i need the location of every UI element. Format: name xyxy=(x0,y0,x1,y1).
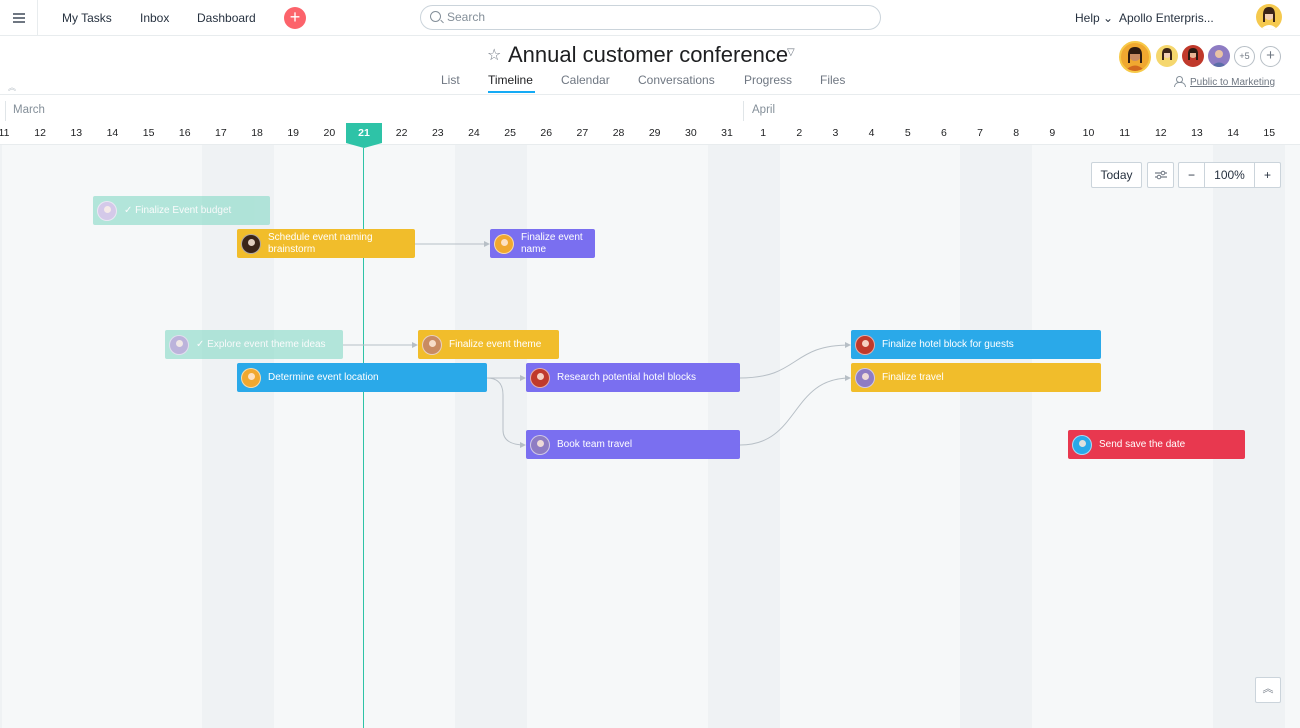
member-avatar[interactable] xyxy=(1182,45,1204,67)
task-bar[interactable]: Schedule event naming brainstorm xyxy=(237,229,415,258)
assignee-avatar xyxy=(241,367,261,388)
task-bar[interactable]: Finalize event name xyxy=(490,229,595,258)
assignee-avatar xyxy=(494,233,514,254)
filter-settings-button[interactable] xyxy=(1147,162,1174,188)
search-input[interactable] xyxy=(447,10,747,24)
active-tab-indicator xyxy=(488,91,535,93)
privacy-label: Public to Marketing xyxy=(1190,77,1276,88)
dependency-connectors xyxy=(343,241,851,448)
task-bar[interactable]: Finalize hotel block for guests xyxy=(851,330,1101,359)
member-avatar[interactable] xyxy=(1156,45,1178,67)
tab-calendar[interactable]: Calendar xyxy=(561,73,610,87)
help-menu[interactable]: Help ⌄ xyxy=(1075,11,1113,25)
assignee-avatar xyxy=(422,334,442,355)
assignee-avatar xyxy=(530,434,550,455)
project-title[interactable]: Annual customer conference xyxy=(508,42,788,68)
task-bar[interactable]: Finalize travel xyxy=(851,363,1101,392)
nav-my-tasks[interactable]: My Tasks xyxy=(62,11,112,25)
top-bar: My Tasks Inbox Dashboard + Help ⌄ Apollo… xyxy=(0,0,1300,36)
tab-conversations[interactable]: Conversations xyxy=(638,73,715,87)
timeline-view: March April 11 12 13 14 15 16 17 18 19 20 22 23 24 25… xyxy=(0,95,1300,728)
assignee-avatar xyxy=(169,334,189,355)
tab-progress[interactable]: Progress xyxy=(744,73,792,87)
assignee-avatar xyxy=(855,367,875,388)
collapse-header-icon[interactable]: ︽ xyxy=(8,82,16,93)
zoom-in-button[interactable]: + xyxy=(1254,162,1281,188)
assignee-avatar xyxy=(1072,434,1092,455)
task-label: Finalize travel xyxy=(882,371,944,383)
today-button[interactable]: Today xyxy=(1091,162,1142,188)
members-icon xyxy=(1174,76,1186,87)
scroll-to-top-button[interactable]: ︽ xyxy=(1255,677,1281,703)
nav-inbox[interactable]: Inbox xyxy=(140,11,169,25)
task-label: Book team travel xyxy=(557,438,633,450)
task-bar[interactable]: Send save the date xyxy=(1068,430,1245,459)
task-label: Finalize hotel block for guests xyxy=(882,338,1014,350)
member-avatar[interactable] xyxy=(1208,45,1230,67)
task-bar[interactable]: Book team travel xyxy=(526,430,740,459)
quick-add-button[interactable]: + xyxy=(284,7,306,29)
task-bar[interactable]: Research potential hotel blocks xyxy=(526,363,740,392)
org-switcher[interactable]: Apollo Enterpris... xyxy=(1119,11,1214,25)
task-bar[interactable]: Determine event location xyxy=(237,363,487,392)
assignee-avatar xyxy=(530,367,550,388)
chevron-down-icon[interactable]: ▽ xyxy=(787,47,795,58)
assignee-avatar xyxy=(97,200,117,221)
assignee-avatar xyxy=(855,334,875,355)
task-label: Schedule event naming brainstorm xyxy=(268,231,373,255)
task-label: Determine event location xyxy=(268,371,379,383)
task-bar[interactable]: ✓ Explore event theme ideas xyxy=(165,330,343,359)
user-avatar[interactable] xyxy=(1256,4,1282,30)
assignee-avatar xyxy=(241,233,261,254)
task-label: ✓ Explore event theme ideas xyxy=(196,338,326,350)
task-bar[interactable]: ✓ Finalize Event budget xyxy=(93,196,270,225)
task-label: Research potential hotel blocks xyxy=(557,371,696,383)
search-icon xyxy=(430,11,441,22)
task-bar[interactable]: Finalize event theme xyxy=(418,330,559,359)
menu-icon[interactable] xyxy=(0,0,38,36)
zoom-level: 100% xyxy=(1204,162,1255,188)
project-owner-avatar[interactable] xyxy=(1119,41,1151,73)
task-label: ✓ Finalize Event budget xyxy=(124,204,232,216)
zoom-out-button[interactable]: − xyxy=(1178,162,1205,188)
tab-timeline[interactable]: Timeline xyxy=(488,73,533,87)
tab-files[interactable]: Files xyxy=(820,73,845,87)
privacy-setting[interactable]: Public to Marketing xyxy=(1174,76,1275,88)
task-label: Finalize event name xyxy=(521,231,583,255)
search-bar[interactable] xyxy=(420,5,881,30)
add-member-button[interactable]: + xyxy=(1260,46,1281,67)
task-label: Send save the date xyxy=(1099,438,1186,450)
nav-dashboard[interactable]: Dashboard xyxy=(197,11,256,25)
task-label: Finalize event theme xyxy=(449,338,542,350)
sliders-icon xyxy=(1154,170,1167,180)
tab-list[interactable]: List xyxy=(441,73,460,87)
favorite-star-icon[interactable]: ☆ xyxy=(487,45,501,65)
more-members-badge[interactable]: +5 xyxy=(1234,46,1255,67)
